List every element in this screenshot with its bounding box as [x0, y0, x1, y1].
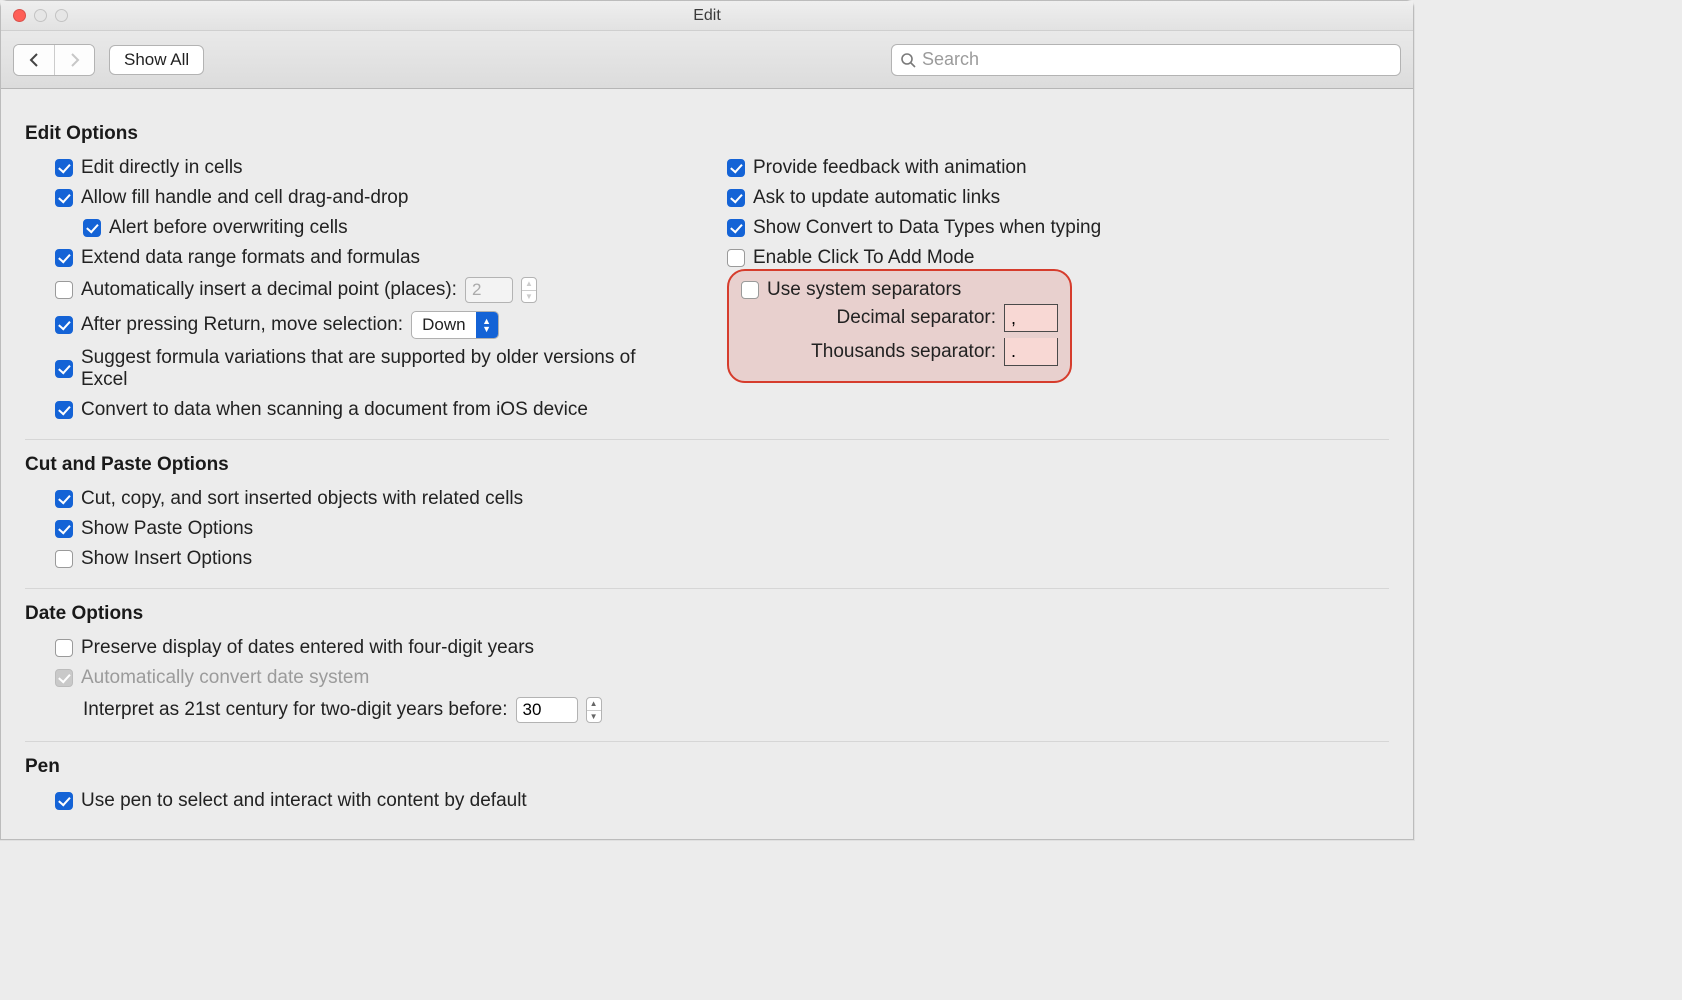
label-use-system-separators: Use system separators — [767, 279, 961, 301]
back-button[interactable] — [14, 45, 54, 75]
close-window-button[interactable] — [13, 9, 26, 22]
label-convert-types: Show Convert to Data Types when typing — [753, 217, 1101, 239]
edit-options-left: Edit directly in cells Allow fill handle… — [25, 153, 687, 425]
checkbox-auto-decimal[interactable] — [55, 281, 73, 299]
minimize-window-button[interactable] — [34, 9, 47, 22]
label-fill-handle: Allow fill handle and cell drag-and-drop — [81, 187, 408, 209]
section-title-edit-options: Edit Options — [25, 123, 1389, 145]
edit-options-right: Provide feedback with animation Ask to u… — [727, 153, 1389, 425]
search-icon — [900, 52, 916, 68]
checkbox-update-links[interactable] — [727, 189, 745, 207]
chevron-up-icon: ▲ — [587, 698, 601, 710]
label-suggest-variations: Suggest formula variations that are supp… — [81, 347, 687, 391]
checkbox-preserve-four-digit[interactable] — [55, 639, 73, 657]
label-alert-overwrite: Alert before overwriting cells — [109, 217, 348, 239]
checkbox-edit-in-cells[interactable] — [55, 159, 73, 177]
checkbox-feedback-anim[interactable] — [727, 159, 745, 177]
stepper-interpret-year[interactable]: ▲ ▼ — [586, 697, 602, 723]
chevron-up-icon: ▲ — [522, 278, 536, 290]
nav-button-group — [13, 44, 95, 76]
label-auto-decimal: Automatically insert a decimal point (pl… — [81, 279, 457, 301]
checkbox-show-insert[interactable] — [55, 550, 73, 568]
label-convert-ios: Convert to data when scanning a document… — [81, 399, 588, 421]
checkbox-show-paste[interactable] — [55, 520, 73, 538]
label-show-insert: Show Insert Options — [81, 548, 252, 570]
chevron-down-icon: ▼ — [522, 290, 536, 303]
section-title-pen: Pen — [25, 756, 1389, 778]
label-thousands-separator: Thousands separator: — [811, 341, 996, 363]
zoom-window-button[interactable] — [55, 9, 68, 22]
label-use-pen: Use pen to select and interact with cont… — [81, 790, 527, 812]
edit-options-columns: Edit directly in cells Allow fill handle… — [25, 153, 1389, 425]
checkbox-click-to-add[interactable] — [727, 249, 745, 267]
divider — [25, 588, 1389, 589]
checkbox-use-system-separators[interactable] — [741, 281, 759, 299]
chevron-down-icon: ▼ — [587, 710, 601, 723]
chevron-right-icon — [69, 53, 80, 67]
checkbox-use-pen[interactable] — [55, 792, 73, 810]
label-click-to-add: Enable Click To Add Mode — [753, 247, 974, 269]
input-decimal-places[interactable] — [465, 277, 513, 303]
label-after-return: After pressing Return, move selection: — [81, 314, 403, 336]
stepper-decimal-places[interactable]: ▲ ▼ — [521, 277, 537, 303]
select-return-direction[interactable]: Down ▲▼ — [411, 311, 498, 339]
label-decimal-separator: Decimal separator: — [837, 307, 996, 329]
separators-highlight: Use system separators Decimal separator:… — [727, 269, 1072, 383]
window-controls — [1, 9, 68, 22]
input-thousands-separator[interactable] — [1004, 338, 1058, 366]
checkbox-extend-formats[interactable] — [55, 249, 73, 267]
section-title-date: Date Options — [25, 603, 1389, 625]
preferences-window: Edit Show All Edit Options Edit — [0, 0, 1414, 840]
show-all-button[interactable]: Show All — [109, 45, 204, 75]
titlebar: Edit — [1, 1, 1413, 31]
window-title: Edit — [1, 7, 1413, 25]
checkbox-after-return[interactable] — [55, 316, 73, 334]
checkbox-cut-copy-sort[interactable] — [55, 490, 73, 508]
label-edit-in-cells: Edit directly in cells — [81, 157, 243, 179]
label-update-links: Ask to update automatic links — [753, 187, 1000, 209]
checkbox-convert-ios[interactable] — [55, 401, 73, 419]
updown-caret-icon: ▲▼ — [476, 312, 498, 338]
chevron-left-icon — [29, 53, 40, 67]
divider — [25, 741, 1389, 742]
section-title-cut-paste: Cut and Paste Options — [25, 454, 1389, 476]
divider — [25, 439, 1389, 440]
input-decimal-separator[interactable] — [1004, 304, 1058, 332]
select-return-direction-value: Down — [412, 312, 475, 338]
label-preserve-four-digit: Preserve display of dates entered with f… — [81, 637, 534, 659]
label-feedback-anim: Provide feedback with animation — [753, 157, 1027, 179]
search-field-wrap[interactable] — [891, 44, 1401, 76]
input-interpret-year[interactable] — [516, 697, 578, 723]
checkbox-convert-types[interactable] — [727, 219, 745, 237]
checkbox-alert-overwrite[interactable] — [83, 219, 101, 237]
label-interpret-century: Interpret as 21st century for two-digit … — [83, 699, 508, 721]
label-show-paste: Show Paste Options — [81, 518, 253, 540]
label-extend-formats: Extend data range formats and formulas — [81, 247, 420, 269]
toolbar: Show All — [1, 31, 1413, 89]
label-cut-copy-sort: Cut, copy, and sort inserted objects wit… — [81, 488, 523, 510]
checkbox-auto-convert-date — [55, 669, 73, 687]
content-area: Edit Options Edit directly in cells Allo… — [1, 89, 1413, 816]
checkbox-suggest-variations[interactable] — [55, 360, 73, 378]
search-input[interactable] — [922, 49, 1392, 70]
forward-button[interactable] — [54, 45, 94, 75]
label-auto-convert-date: Automatically convert date system — [81, 667, 369, 689]
checkbox-fill-handle[interactable] — [55, 189, 73, 207]
